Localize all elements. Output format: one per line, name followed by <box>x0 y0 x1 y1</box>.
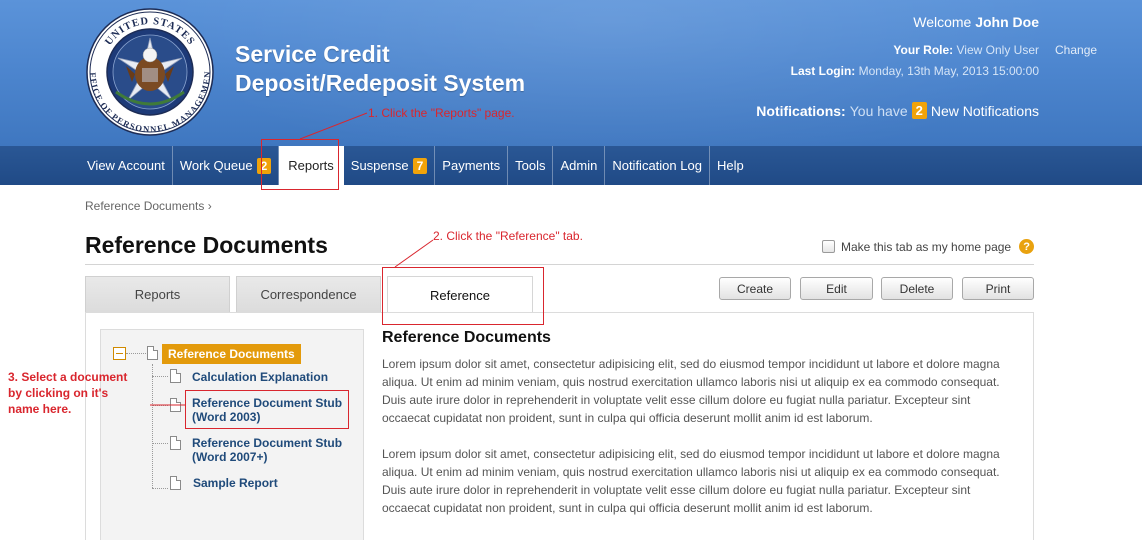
annotation-connector-lines <box>150 112 434 406</box>
annotation-step-2: 2. Click the "Reference" tab. <box>433 229 583 243</box>
annotation-step-3-line1: 3. Select a document <box>8 370 128 384</box>
annotation-step-3-line3: name here. <box>8 402 72 416</box>
annotation-step-1: 1. Click the "Reports" page. <box>368 106 515 120</box>
annotation-step-3: 3. Select a document by clicking on it's… <box>8 369 127 417</box>
annotation-step-3-line2: by clicking on it's <box>8 386 109 400</box>
